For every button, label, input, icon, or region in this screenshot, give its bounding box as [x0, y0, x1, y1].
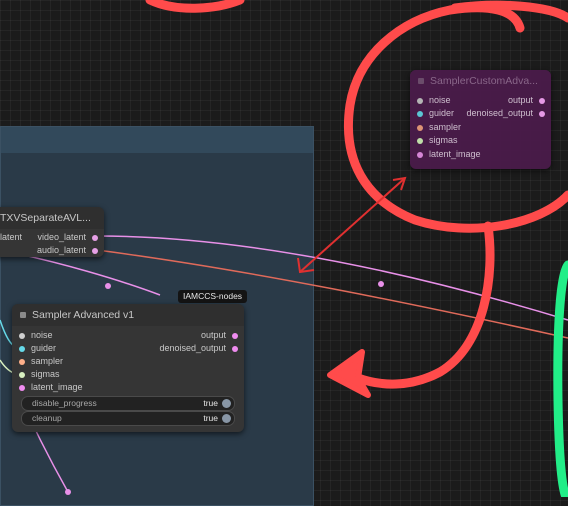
red-arrow-tip-end-icon	[297, 257, 315, 274]
red-scribble-top	[145, 0, 245, 13]
red-circle-annotation	[343, 3, 568, 233]
annotation-layer	[145, 0, 568, 497]
red-arrowhead-icon	[327, 349, 371, 398]
red-curve-arrow	[353, 221, 495, 389]
green-scribble	[553, 260, 568, 497]
red-thin-arrow	[299, 177, 406, 273]
